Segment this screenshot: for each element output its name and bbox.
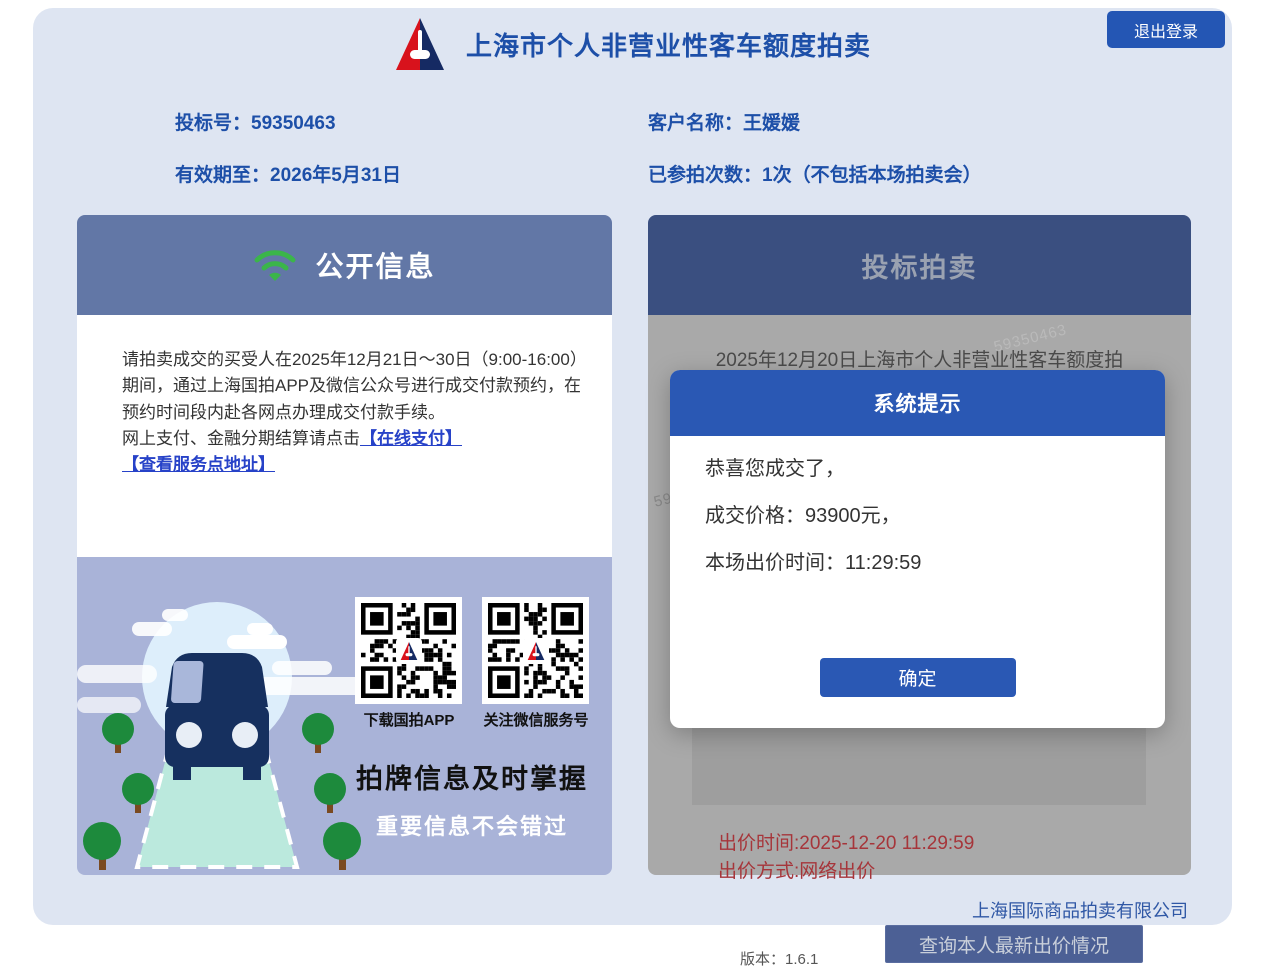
public-info-text: 请拍卖成交的买受人在2025年12月21日～30日（9:00-16:00）期间，… [122,347,594,479]
footer-company: 上海国际商品拍卖有限公司 [972,897,1188,923]
public-info-header: 公开信息 [77,215,612,315]
page-title: 上海市个人非营业性客车额度拍卖 [466,26,871,63]
online-payment-link[interactable]: 【在线支付】 [360,429,462,448]
deal-price-line: 成交价格：93900元， [705,499,901,528]
notice-text: 请拍卖成交的买受人在2025年12月21日～30日（9:00-16:00）期间，… [122,350,587,422]
auction-panel-header: 投标拍卖 [648,215,1191,315]
deal-congrats-line: 恭喜您成交了， [705,452,845,481]
page-header: 上海市个人非营业性客车额度拍卖 [33,16,1232,72]
participation-count: 已参拍次数：1次（不包括本场拍卖会） [648,160,982,187]
public-info-body: 请拍卖成交的买受人在2025年12月21日～30日（9:00-16:00）期间，… [77,315,612,557]
logout-button[interactable]: 退出登录 [1107,11,1225,48]
modal-title: 系统提示 [874,388,962,418]
deal-bid-time-line: 本场出价时间：11:29:59 [705,546,921,575]
promo-line1: 拍牌信息及时掌握 [327,757,612,796]
bid-method: 出价方式:网络出价 [718,856,875,883]
wifi-icon [253,247,297,283]
qr-code-app [355,597,462,704]
auction-house-logo [394,16,446,72]
version-label: 版本：1.6.1 [740,948,818,969]
bid-time: 出价时间:2025-12-20 11:29:59 [718,828,974,855]
payment-prefix: 网上支付、金融分期结算请点击 [122,429,360,448]
qr-wechat-logo-icon [523,638,549,664]
customer-name: 客户名称：王媛媛 [648,108,800,135]
qr-app-label: 下载国拍APP [339,709,479,730]
public-info-title: 公开信息 [315,245,435,285]
qr-code-wechat [482,597,589,704]
promo-line2: 重要信息不会错过 [327,809,612,841]
main-card: 上海市个人非营业性客车额度拍卖 退出登录 投标号：59350463 客户名称：王… [33,8,1232,925]
qr-app-logo-icon [396,638,422,664]
system-prompt-modal: 系统提示 恭喜您成交了， 成交价格：93900元， 本场出价时间：11:29:5… [670,370,1165,728]
valid-until: 有效期至：2026年5月31日 [175,160,401,187]
bid-number: 投标号：59350463 [175,108,336,135]
modal-header: 系统提示 [670,370,1165,436]
public-info-panel: 公开信息 请拍卖成交的买受人在2025年12月21日～30日（9:00-16:0… [77,215,612,875]
auction-panel-title: 投标拍卖 [862,246,978,285]
service-points-link[interactable]: 【查看服务点地址】 [122,455,275,474]
auction-session-title: 2025年12月20日上海市个人非营业性客车额度拍 [648,345,1191,372]
query-latest-bid-button[interactable]: 查询本人最新出价情况 [885,925,1143,963]
qr-wechat-label: 关注微信服务号 [466,709,606,730]
confirm-button[interactable]: 确定 [820,658,1016,697]
promo-section: 下载国拍APP 关注微信服务号 拍牌信息及时掌握 重要信息不会错过 [77,557,612,875]
